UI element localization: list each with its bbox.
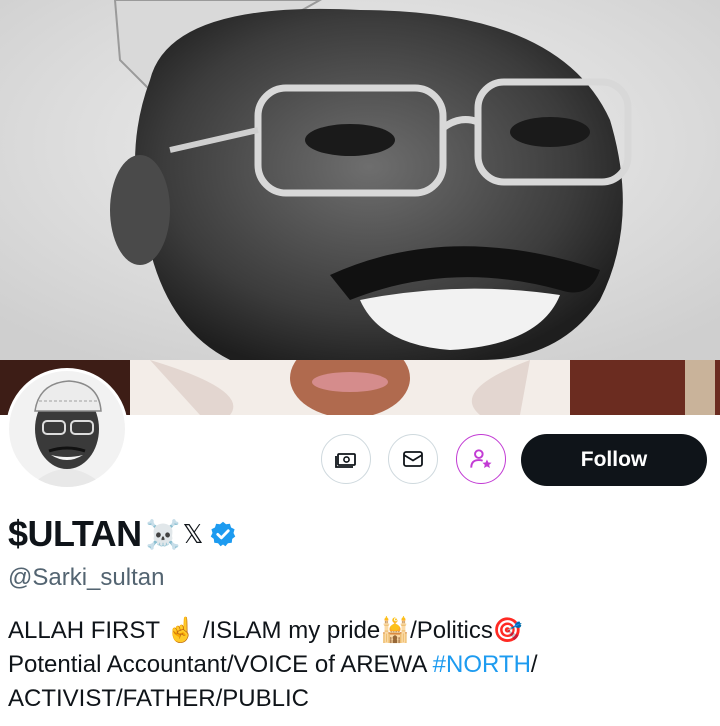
display-name: $ULTAN: [8, 513, 142, 554]
bio-text: ALLAH FIRST: [8, 617, 167, 644]
subscribe-star-icon: [470, 449, 492, 468]
profile-bio: ALLAH FIRST ☝️ /ISLAM my pride🕌/Politics…: [8, 614, 712, 716]
message-button[interactable]: [388, 434, 438, 484]
bio-text: /ISLAM my pride: [196, 617, 381, 644]
pointing-up-emoji: ☝️: [166, 617, 197, 644]
follow-button[interactable]: Follow: [521, 434, 707, 486]
profile-banner[interactable]: [0, 0, 720, 415]
hashtag-link[interactable]: #NORTH: [433, 651, 531, 678]
direct-hit-emoji: 🎯: [492, 617, 523, 644]
tip-button[interactable]: [321, 434, 371, 484]
bio-text: Potential Accountant/VOICE of AREWA: [8, 651, 433, 678]
skull-crossbones-emoji: ☠️: [145, 518, 181, 550]
profile-handle: @Sarki_sultan: [8, 564, 165, 591]
mosque-emoji: 🕌: [380, 617, 411, 644]
mail-icon: [403, 451, 423, 467]
subscribe-button[interactable]: [456, 434, 506, 484]
banner-portrait-photo: [0, 0, 720, 360]
profile-name-row: $ULTAN ☠️ 𝕏: [8, 512, 237, 556]
avatar-photo: [9, 371, 125, 487]
bio-line-2: Potential Accountant/VOICE of AREWA #NOR…: [8, 648, 712, 682]
bio-line-3: ACTIVIST/FATHER/PUBLIC: [8, 685, 309, 712]
money-icon: [335, 453, 356, 468]
x-glyph: 𝕏: [182, 518, 204, 549]
verified-badge-icon[interactable]: [209, 520, 237, 548]
bio-text: /Politics: [410, 617, 493, 644]
avatar[interactable]: [6, 368, 128, 490]
bio-line-1: ALLAH FIRST ☝️ /ISLAM my pride🕌/Politics…: [8, 614, 712, 648]
bio-text: /: [530, 651, 538, 678]
